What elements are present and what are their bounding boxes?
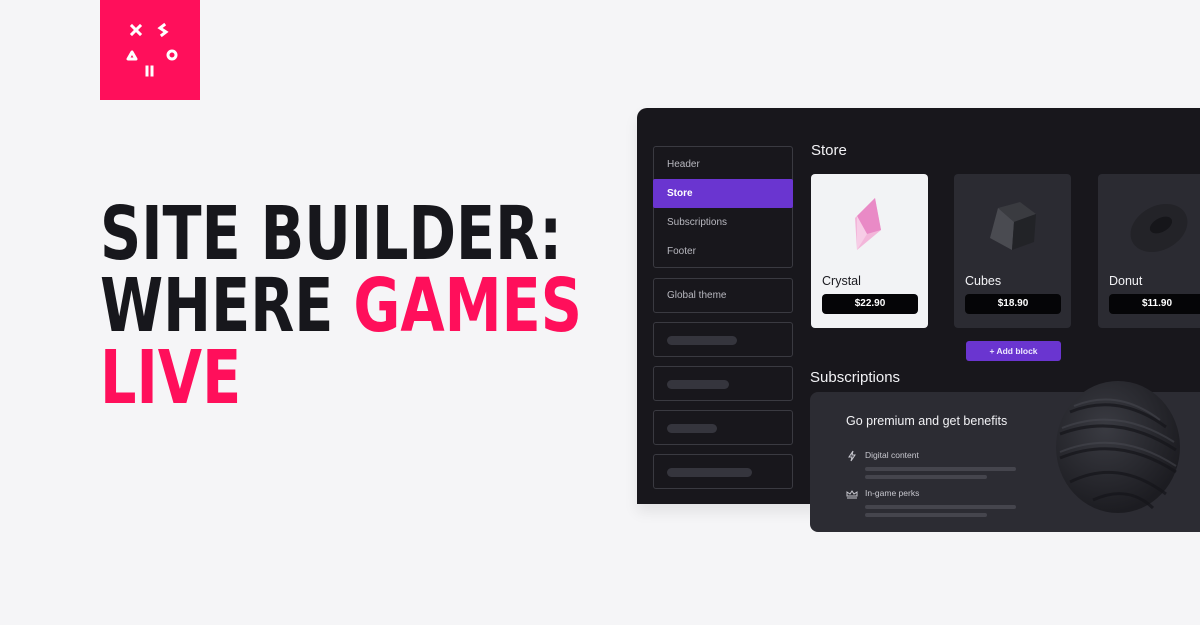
crown-icon bbox=[846, 490, 858, 499]
cube-icon bbox=[990, 202, 1036, 250]
subscription-card-title: Go premium and get benefits bbox=[846, 414, 1008, 428]
section-item-footer[interactable]: Footer bbox=[654, 237, 792, 266]
product-name: Donut bbox=[1109, 274, 1143, 288]
game-symbols-icon bbox=[126, 22, 178, 77]
section-item-subscriptions[interactable]: Subscriptions bbox=[654, 208, 792, 237]
page-headline: SITE BUILDER: WHERE GAMES LIVE bbox=[100, 191, 582, 421]
global-theme-label: Global theme bbox=[667, 290, 727, 301]
perk-label: In-game perks bbox=[865, 488, 920, 498]
section-list: Header Store Subscriptions Footer bbox=[653, 146, 793, 268]
subscriptions-title: Subscriptions bbox=[810, 369, 901, 386]
headline-games: GAMES bbox=[353, 263, 583, 349]
skeleton-bar bbox=[865, 513, 987, 517]
donut-icon bbox=[1130, 204, 1188, 252]
product-name: Crystal bbox=[822, 274, 861, 288]
store-title: Store bbox=[811, 142, 847, 159]
skeleton-bar bbox=[865, 475, 987, 479]
section-item-header[interactable]: Header bbox=[654, 150, 792, 179]
product-card-cubes[interactable]: Cubes $18.90 bbox=[954, 174, 1071, 328]
headline-line-2: WHERE GAMES bbox=[100, 269, 582, 343]
product-card-donut[interactable]: Donut $11.90 bbox=[1098, 174, 1200, 328]
global-theme-button[interactable]: Global theme bbox=[653, 278, 793, 313]
skeleton-bar bbox=[667, 468, 752, 477]
product-name: Cubes bbox=[965, 274, 1002, 288]
lightning-icon bbox=[848, 450, 856, 462]
placeholder-item[interactable] bbox=[653, 322, 793, 357]
spiral-sphere-decoration bbox=[1056, 381, 1180, 513]
headline-line-3: LIVE bbox=[100, 335, 242, 421]
skeleton-bar bbox=[667, 380, 729, 389]
skeleton-bar bbox=[667, 336, 737, 345]
skeleton-bar bbox=[865, 505, 1016, 509]
brand-logo bbox=[100, 0, 200, 100]
headline-line-1: SITE BUILDER: bbox=[100, 191, 563, 277]
placeholder-item[interactable] bbox=[653, 366, 793, 401]
crystal-icon bbox=[855, 198, 881, 250]
section-item-store[interactable]: Store bbox=[653, 179, 793, 208]
price-button[interactable]: $11.90 bbox=[1109, 294, 1200, 314]
skeleton-bar bbox=[667, 424, 717, 433]
skeleton-bar bbox=[865, 467, 1016, 471]
price-button[interactable]: $18.90 bbox=[965, 294, 1061, 314]
placeholder-item[interactable] bbox=[653, 410, 793, 445]
add-block-button[interactable]: + Add block bbox=[966, 341, 1061, 361]
price-button[interactable]: $22.90 bbox=[822, 294, 918, 314]
placeholder-item[interactable] bbox=[653, 454, 793, 489]
perk-label: Digital content bbox=[865, 450, 919, 460]
product-card-crystal[interactable]: Crystal $22.90 bbox=[811, 174, 928, 328]
